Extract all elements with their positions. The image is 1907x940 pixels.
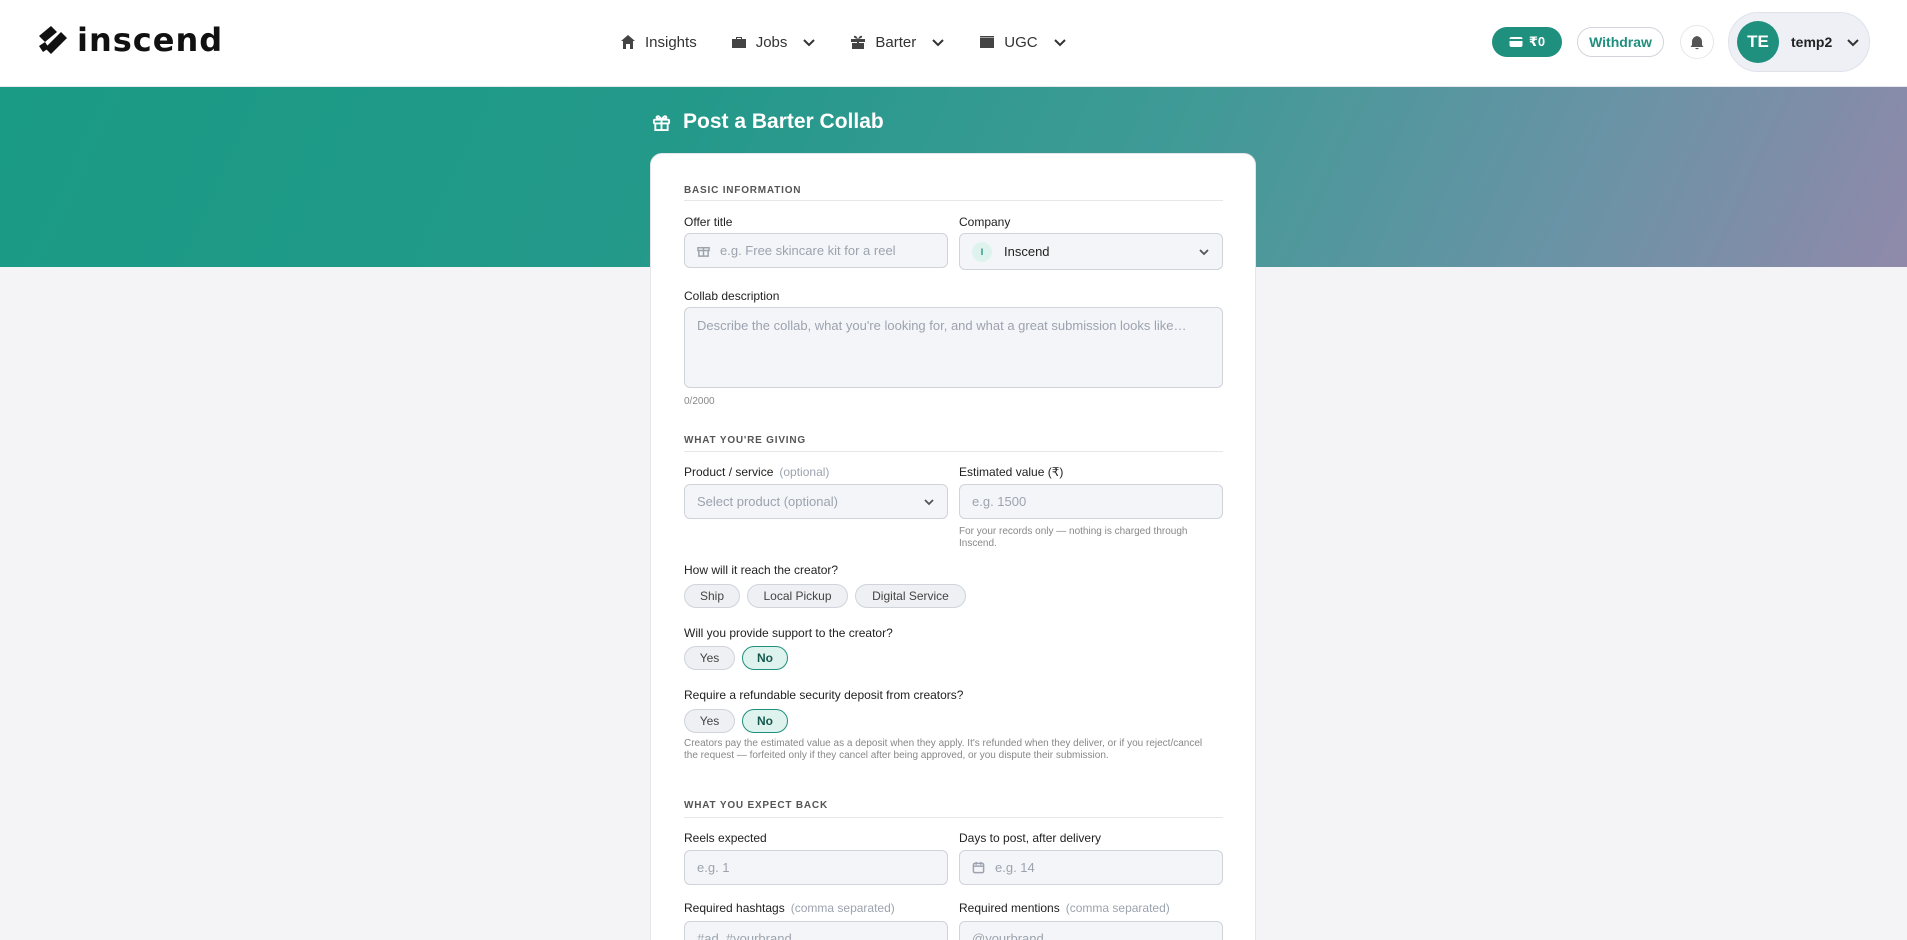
estimated-value-placeholder: e.g. 1500 bbox=[972, 494, 1027, 509]
home-icon bbox=[621, 35, 635, 49]
nav-insights[interactable]: Insights bbox=[620, 28, 697, 56]
nav-ugc-label: UGC bbox=[1004, 33, 1038, 51]
avatar: TE bbox=[1737, 21, 1779, 63]
deposit-hint: Creators pay the estimated value as a de… bbox=[684, 738, 1203, 761]
chevron-down-icon bbox=[803, 39, 816, 47]
deposit-option-yes[interactable]: Yes bbox=[684, 709, 735, 733]
calendar-icon bbox=[972, 861, 985, 874]
mentions-label-text: Required mentions bbox=[959, 901, 1060, 915]
description-textarea[interactable]: Describe the collab, what you're looking… bbox=[684, 307, 1223, 388]
gift-icon bbox=[697, 246, 710, 257]
wallet-balance: ₹0 bbox=[1528, 34, 1546, 49]
barter-form-card: BASIC INFORMATION Offer title e.g. Free … bbox=[650, 153, 1256, 940]
hashtags-label-text: Required hashtags bbox=[684, 901, 785, 915]
divider bbox=[684, 451, 1223, 452]
delivery-option-ship[interactable]: Ship bbox=[684, 584, 740, 608]
user-menu[interactable]: TE temp2 bbox=[1728, 12, 1870, 72]
divider bbox=[684, 817, 1223, 818]
notifications-button[interactable] bbox=[1680, 25, 1714, 59]
reels-placeholder: e.g. 1 bbox=[697, 860, 730, 875]
chevron-down-icon bbox=[924, 498, 934, 505]
product-label: Product / service (optional) bbox=[684, 465, 829, 479]
chevron-down-icon bbox=[1053, 39, 1066, 47]
reels-input[interactable]: e.g. 1 bbox=[684, 850, 948, 885]
gift-icon bbox=[652, 114, 671, 131]
days-placeholder: e.g. 14 bbox=[995, 860, 1035, 875]
mentions-input[interactable]: @yourbrand bbox=[959, 921, 1223, 940]
company-select[interactable]: I Inscend bbox=[959, 233, 1223, 270]
support-option-yes[interactable]: Yes bbox=[684, 646, 735, 670]
chevron-down-icon bbox=[1199, 248, 1209, 255]
mentions-placeholder: @yourbrand bbox=[972, 931, 1044, 940]
offer-title-label: Offer title bbox=[684, 215, 733, 229]
inscend-logo-icon bbox=[39, 26, 67, 54]
delivery-question: How will it reach the creator? bbox=[684, 563, 839, 577]
username: temp2 bbox=[1791, 34, 1833, 50]
deposit-option-no[interactable]: No bbox=[742, 709, 788, 733]
company-initial-badge: I bbox=[972, 241, 992, 262]
hashtags-placeholder: #ad, #yourbrand bbox=[697, 931, 792, 940]
reels-label: Reels expected bbox=[684, 831, 767, 845]
nav-barter-label: Barter bbox=[875, 33, 917, 51]
offer-title-placeholder: e.g. Free skincare kit for a reel bbox=[720, 243, 896, 258]
company-label: Company bbox=[959, 215, 1011, 229]
nav-insights-label: Insights bbox=[645, 33, 697, 51]
deposit-question: Require a refundable security deposit fr… bbox=[684, 688, 964, 702]
hashtags-label: Required hashtags (comma separated) bbox=[684, 901, 895, 915]
nav-barter[interactable]: Barter bbox=[850, 28, 945, 56]
divider bbox=[684, 200, 1223, 201]
product-optional-note: (optional) bbox=[779, 465, 830, 479]
wallet-icon bbox=[1509, 37, 1523, 47]
gift-icon bbox=[851, 35, 866, 49]
offer-title-input[interactable]: e.g. Free skincare kit for a reel bbox=[684, 233, 948, 268]
days-label: Days to post, after delivery bbox=[959, 831, 1102, 845]
page-title-text: Post a Barter Collab bbox=[683, 110, 884, 133]
top-navbar: inscend Insights Jobs Barter UGC ₹0 With… bbox=[0, 0, 1907, 87]
product-placeholder: Select product (optional) bbox=[697, 494, 838, 509]
chevron-down-icon bbox=[1847, 39, 1859, 47]
estimated-value-input[interactable]: e.g. 1500 bbox=[959, 484, 1223, 519]
description-placeholder: Describe the collab, what you're looking… bbox=[697, 318, 1187, 333]
mentions-note: (comma separated) bbox=[1065, 901, 1170, 915]
mentions-label: Required mentions (comma separated) bbox=[959, 901, 1170, 915]
briefcase-icon bbox=[731, 37, 746, 48]
delivery-option-local-pickup[interactable]: Local Pickup bbox=[747, 584, 848, 608]
description-label: Collab description bbox=[684, 289, 780, 303]
estimated-value-label: Estimated value (₹) bbox=[959, 465, 1064, 479]
hashtags-note: (comma separated) bbox=[790, 901, 895, 915]
char-count: 0/2000 bbox=[684, 396, 715, 407]
support-option-no[interactable]: No bbox=[742, 646, 788, 670]
product-select[interactable]: Select product (optional) bbox=[684, 484, 948, 519]
clapperboard-icon bbox=[980, 36, 995, 48]
section-what-youre-giving: WHAT YOU'RE GIVING bbox=[684, 435, 806, 446]
main-nav: Insights Jobs Barter UGC bbox=[620, 28, 1067, 56]
support-question: Will you provide support to the creator? bbox=[684, 626, 893, 640]
section-what-you-expect-back: WHAT YOU EXPECT BACK bbox=[684, 800, 828, 811]
hashtags-input[interactable]: #ad, #yourbrand bbox=[684, 921, 948, 940]
nav-jobs[interactable]: Jobs bbox=[731, 28, 817, 56]
company-value: Inscend bbox=[1004, 244, 1050, 259]
wallet-balance-button[interactable]: ₹0 bbox=[1492, 27, 1562, 57]
estimated-value-hint: For your records only — nothing is charg… bbox=[959, 526, 1188, 549]
product-label-text: Product / service bbox=[684, 465, 774, 479]
nav-jobs-label: Jobs bbox=[755, 33, 788, 51]
bell-icon bbox=[1690, 35, 1704, 49]
page-title: Post a Barter Collab bbox=[652, 110, 884, 134]
withdraw-button[interactable]: Withdraw bbox=[1577, 27, 1664, 57]
delivery-option-digital-service[interactable]: Digital Service bbox=[855, 584, 966, 608]
section-basic-information: BASIC INFORMATION bbox=[684, 185, 802, 196]
logo-text: inscend bbox=[77, 21, 224, 59]
logo[interactable]: inscend bbox=[35, 22, 223, 58]
chevron-down-icon bbox=[932, 39, 944, 47]
nav-ugc[interactable]: UGC bbox=[979, 28, 1066, 56]
days-input[interactable]: e.g. 14 bbox=[959, 850, 1223, 885]
